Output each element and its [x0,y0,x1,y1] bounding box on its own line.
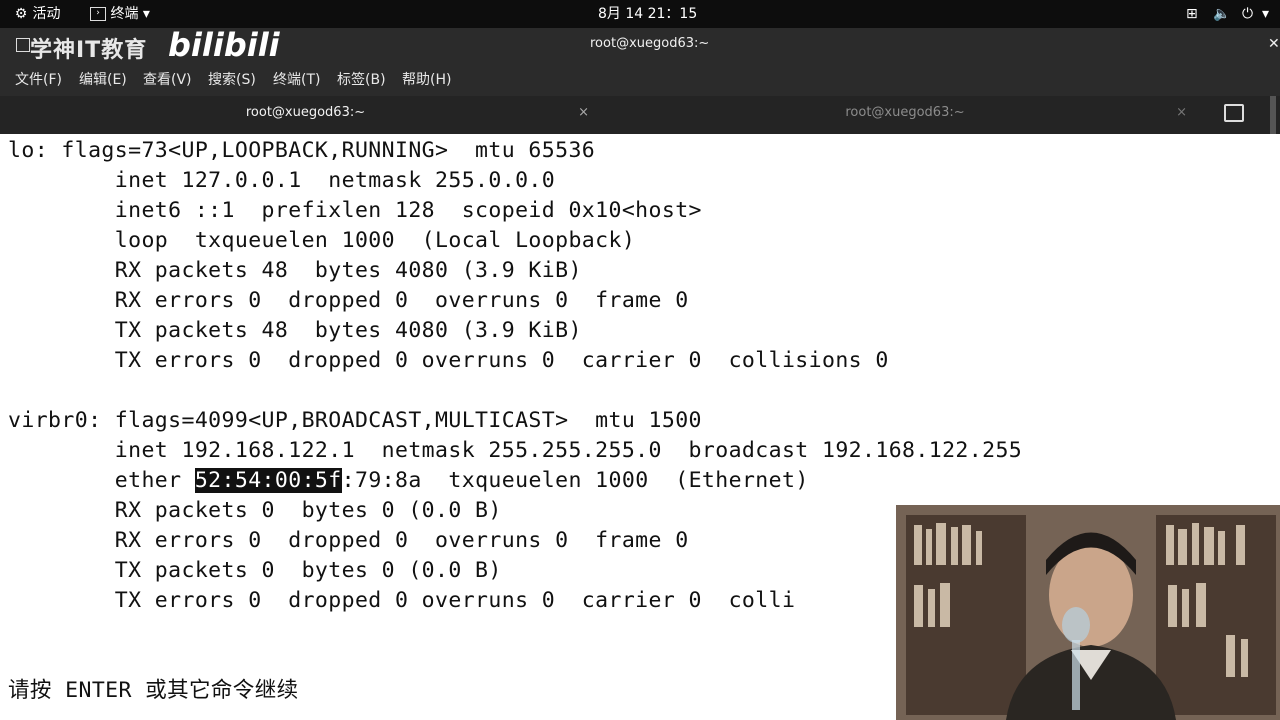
menu-search[interactable]: 搜索(S) [208,64,256,96]
terminal-line: virbr0: flags=4099<UP,BROADCAST,MULTICAS… [8,408,702,433]
tab-menu-icon[interactable] [1270,96,1276,134]
chevron-down-icon[interactable]: ▾ [1262,0,1269,28]
window-title-bar[interactable]: 学神IT教育 bilibili root@xuegod63:~ ✕ [0,26,1280,64]
tab-bar: root@xuegod63:~ × root@xuegod63:~ × [0,96,1280,137]
app-menu-button[interactable]: › 终端 ▾ [90,0,150,28]
terminal-line: TX packets 0 bytes 0 (0.0 B) [8,558,502,583]
tab-label: root@xuegod63:~ [245,105,366,120]
terminal-app-icon: › [90,7,106,21]
menu-bar: 文件(F) 编辑(E) 查看(V) 搜索(S) 终端(T) 标签(B) 帮助(H… [0,64,1280,96]
activities-label: 活动 [32,6,61,22]
ether-prefix: ether [8,468,195,493]
menu-view[interactable]: 查看(V) [143,64,192,96]
presenter-video-image [896,505,1280,720]
terminal-line: RX errors 0 dropped 0 overruns 0 frame 0 [8,528,689,553]
network-icon[interactable]: ⊞ [1186,0,1198,28]
terminal-line: RX packets 0 bytes 0 (0.0 B) [8,498,502,523]
tab-inactive[interactable]: root@xuegod63:~ × [605,96,1205,134]
tab-label: root@xuegod63:~ [845,105,965,120]
terminal-line: inet 127.0.0.1 netmask 255.0.0.0 [8,168,556,193]
text-selection[interactable]: 52:54:00:5f [194,468,342,493]
watermark-logo-text: 学神IT教育 [30,38,148,63]
chevron-down-icon: ▾ [142,6,150,22]
terminal-line: loop txqueuelen 1000 (Local Loopback) [8,228,636,253]
terminal-line: TX errors 0 dropped 0 overruns 0 carrier… [8,588,796,613]
activities-button[interactable]: ⚙ 活动 [14,0,61,28]
menu-help[interactable]: 帮助(H) [402,64,451,96]
new-tab-icon[interactable] [1224,104,1244,122]
terminal-line: inet6 ::1 prefixlen 128 scopeid 0x10<hos… [8,198,702,223]
terminal-line: TX packets 48 bytes 4080 (3.9 KiB) [8,318,582,343]
close-icon[interactable]: × [578,96,589,130]
window-title: root@xuegod63:~ [590,36,710,51]
webcam-overlay [896,505,1280,720]
volume-icon[interactable]: 🔈 [1213,0,1230,28]
power-icon[interactable]: ⏻ [1242,0,1253,28]
app-menu-label: 终端 [110,6,139,22]
logo-icon [16,38,30,52]
terminal-line: RX packets 48 bytes 4080 (3.9 KiB) [8,258,582,283]
gnome-top-bar: ⚙ 活动 › 终端 ▾ 8月 14 21：15 ⊞ 🔈 ⏻ ▾ [0,0,1280,28]
close-icon[interactable]: × [1176,96,1187,130]
ether-suffix: :79:8a txqueuelen 1000 (Ethernet) [341,468,809,493]
menu-tabs[interactable]: 标签(B) [337,64,386,96]
terminal-line: TX errors 0 dropped 0 overruns 0 carrier… [8,348,889,373]
clock[interactable]: 8月 14 21：15 [598,0,697,28]
menu-terminal[interactable]: 终端(T) [273,64,320,96]
tab-active[interactable]: root@xuegod63:~ × [8,96,603,137]
watermark-brand-text: bilibili [168,26,280,64]
terminal-prompt-line: 请按 ENTER 或其它命令继续 [8,678,299,703]
terminal-line: RX errors 0 dropped 0 overruns 0 frame 0 [8,288,689,313]
close-icon[interactable]: ✕ [1268,36,1280,52]
terminal-line: inet 192.168.122.1 netmask 255.255.255.0… [8,438,1023,463]
terminal-line-ether: ether 52:54:00:5f:79:8a txqueuelen 1000 … [8,466,809,496]
activities-icon: ⚙ [14,6,28,22]
menu-file[interactable]: 文件(F) [15,64,62,96]
menu-edit[interactable]: 编辑(E) [79,64,127,96]
terminal-line: lo: flags=73<UP,LOOPBACK,RUNNING> mtu 65… [8,138,596,163]
